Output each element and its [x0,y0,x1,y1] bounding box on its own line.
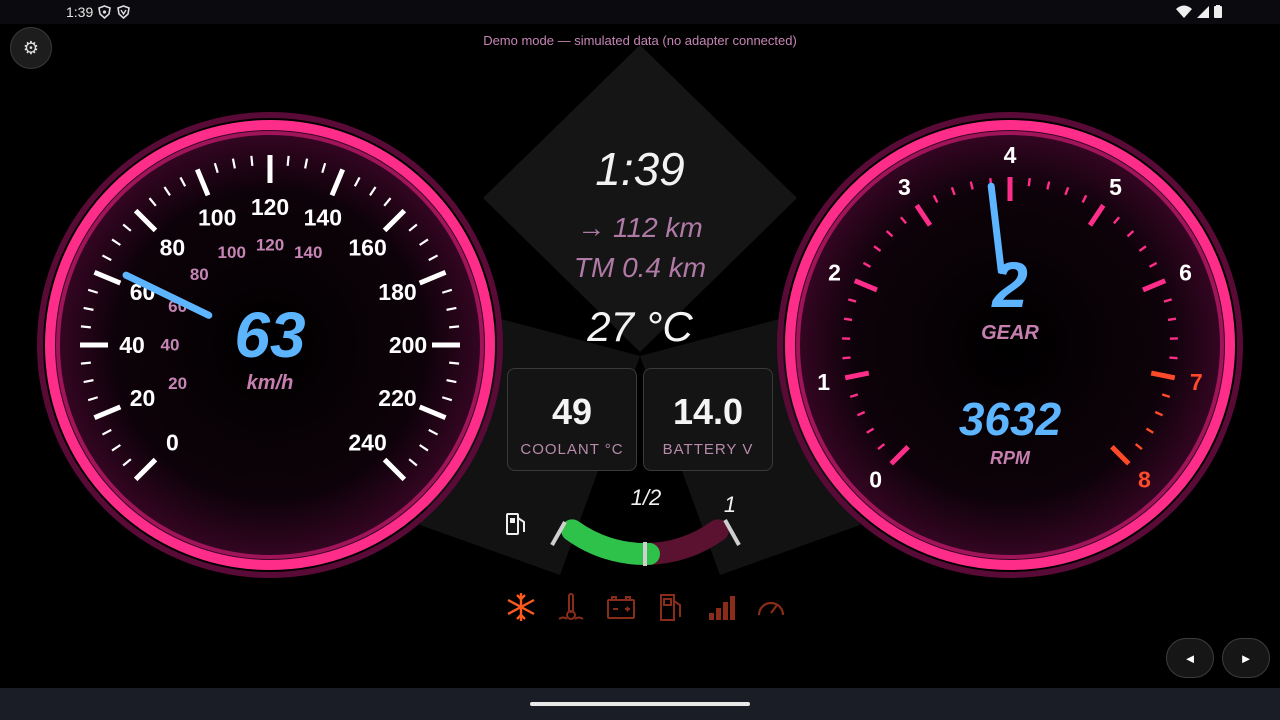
home-handle[interactable] [530,702,750,706]
gauge-icon [755,590,787,624]
signal-bars-icon [705,590,737,624]
navigation-bar [0,688,1280,720]
fuel-pump-icon [655,590,687,624]
snowflake-icon [505,590,537,624]
fuel-pump-icon [506,513,525,535]
fuel-full-label: 1 [724,492,736,517]
previous-button[interactable]: ◄ [1166,638,1214,678]
battery-icon [605,590,637,624]
next-button[interactable]: ► [1222,638,1270,678]
fuel-half-label: 1/2 [631,485,662,510]
coolant-temp-icon [555,590,587,624]
fuel-level-fill [561,519,660,565]
warning-lights [505,590,787,624]
